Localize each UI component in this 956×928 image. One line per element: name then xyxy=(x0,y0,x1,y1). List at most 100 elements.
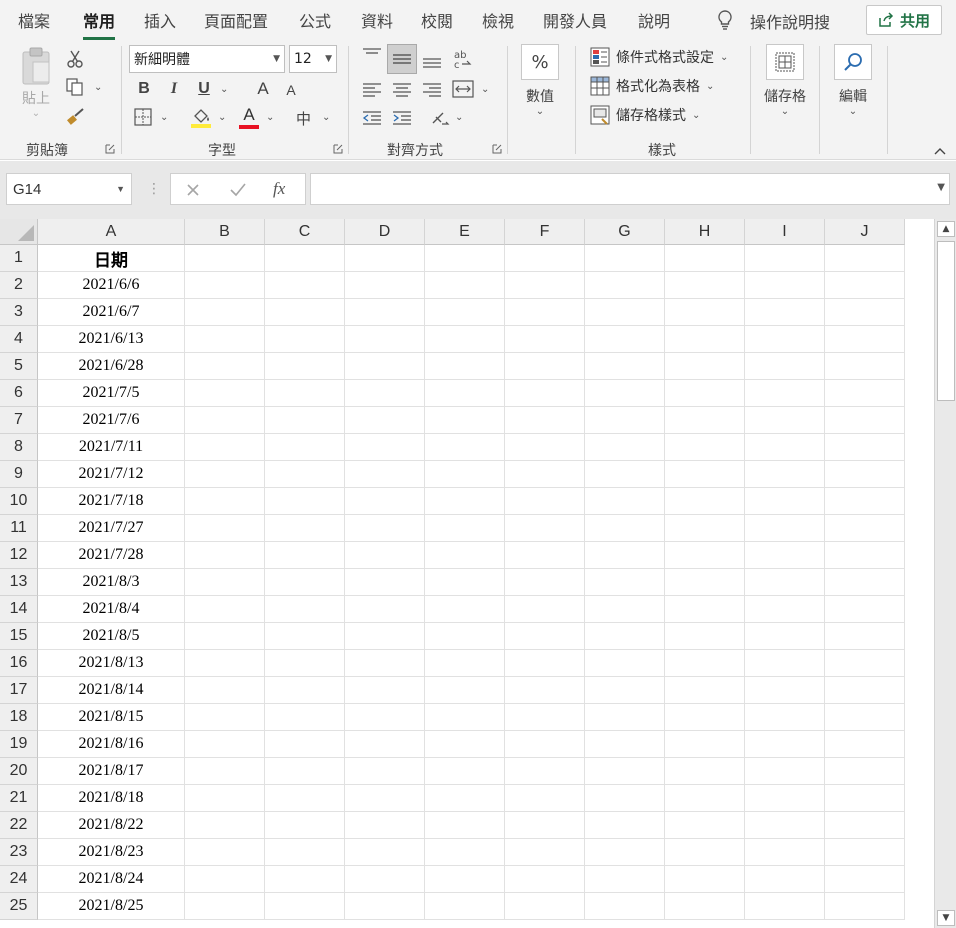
cell-h[interactable] xyxy=(665,245,745,272)
tab-page-layout[interactable]: 頁面配置 xyxy=(204,8,268,32)
cell-e[interactable] xyxy=(425,677,505,704)
cell-f[interactable] xyxy=(505,677,585,704)
collapse-ribbon-icon[interactable] xyxy=(933,146,947,156)
cell-j[interactable] xyxy=(825,785,905,812)
cell-h[interactable] xyxy=(665,488,745,515)
cell-c[interactable] xyxy=(265,461,345,488)
cell-f[interactable] xyxy=(505,569,585,596)
middle-align-button[interactable] xyxy=(387,44,417,74)
cell-g[interactable] xyxy=(585,812,665,839)
text-orientation-icon[interactable] xyxy=(430,108,450,128)
cell-e[interactable] xyxy=(425,380,505,407)
font-name-select[interactable]: 新細明體 ▼ xyxy=(129,45,285,73)
cell-c[interactable] xyxy=(265,785,345,812)
cell-b[interactable] xyxy=(185,677,265,704)
cell-f[interactable] xyxy=(505,434,585,461)
borders-dropdown-icon[interactable]: ⌄ xyxy=(160,112,168,123)
cell-c[interactable] xyxy=(265,731,345,758)
tab-file[interactable]: 檔案 xyxy=(18,8,50,32)
row-header[interactable]: 25 xyxy=(0,893,38,920)
cell-e[interactable] xyxy=(425,704,505,731)
cell-b[interactable] xyxy=(185,272,265,299)
clipboard-launcher-icon[interactable] xyxy=(105,144,115,154)
cell-c[interactable] xyxy=(265,542,345,569)
cell-j[interactable] xyxy=(825,461,905,488)
tab-insert[interactable]: 插入 xyxy=(144,8,176,32)
top-align-icon[interactable] xyxy=(362,48,382,62)
font-size-select[interactable]: 12 ▼ xyxy=(289,45,337,73)
cell-d[interactable] xyxy=(345,380,425,407)
shrink-font-button[interactable]: A xyxy=(282,80,300,100)
cell-b[interactable] xyxy=(185,245,265,272)
cell-g[interactable] xyxy=(585,380,665,407)
cell-d[interactable] xyxy=(345,407,425,434)
font-color-dropdown-icon[interactable]: ⌄ xyxy=(266,112,274,123)
row-header[interactable]: 1 xyxy=(0,245,38,272)
cell-d[interactable] xyxy=(345,623,425,650)
cell-d[interactable] xyxy=(345,461,425,488)
tab-help[interactable]: 說明 xyxy=(638,8,670,32)
cell-b[interactable] xyxy=(185,434,265,461)
cell-h[interactable] xyxy=(665,407,745,434)
fill-color-dropdown-icon[interactable]: ⌄ xyxy=(218,112,226,123)
cell-g[interactable] xyxy=(585,461,665,488)
cell-b[interactable] xyxy=(185,353,265,380)
cell-h[interactable] xyxy=(665,272,745,299)
cell-e[interactable] xyxy=(425,758,505,785)
cell-i[interactable] xyxy=(745,326,825,353)
cell-b[interactable] xyxy=(185,839,265,866)
column-header-g[interactable]: G xyxy=(585,219,665,245)
cell-b[interactable] xyxy=(185,893,265,920)
cell-a[interactable]: 2021/8/18 xyxy=(38,785,185,812)
cell-c[interactable] xyxy=(265,596,345,623)
cell-h[interactable] xyxy=(665,866,745,893)
cell-f[interactable] xyxy=(505,758,585,785)
row-header[interactable]: 5 xyxy=(0,353,38,380)
cell-b[interactable] xyxy=(185,650,265,677)
cell-i[interactable] xyxy=(745,623,825,650)
cell-i[interactable] xyxy=(745,650,825,677)
cell-d[interactable] xyxy=(345,434,425,461)
tab-developer[interactable]: 開發人員 xyxy=(543,8,607,32)
cell-h[interactable] xyxy=(665,353,745,380)
enter-check-icon[interactable] xyxy=(229,182,247,198)
cell-j[interactable] xyxy=(825,380,905,407)
cell-j[interactable] xyxy=(825,326,905,353)
format-as-table-button[interactable]: 格式化為表格 ⌄ xyxy=(590,75,714,97)
cell-i[interactable] xyxy=(745,596,825,623)
cell-i[interactable] xyxy=(745,542,825,569)
cell-c[interactable] xyxy=(265,407,345,434)
cell-i[interactable] xyxy=(745,380,825,407)
cell-h[interactable] xyxy=(665,839,745,866)
cell-c[interactable] xyxy=(265,650,345,677)
cell-b[interactable] xyxy=(185,812,265,839)
cell-b[interactable] xyxy=(185,569,265,596)
cell-e[interactable] xyxy=(425,866,505,893)
cell-c[interactable] xyxy=(265,353,345,380)
cell-f[interactable] xyxy=(505,353,585,380)
cell-e[interactable] xyxy=(425,326,505,353)
cell-e[interactable] xyxy=(425,407,505,434)
tab-data[interactable]: 資料 xyxy=(361,8,393,32)
cell-i[interactable] xyxy=(745,569,825,596)
alignment-launcher-icon[interactable] xyxy=(492,144,502,154)
cell-e[interactable] xyxy=(425,353,505,380)
cell-h[interactable] xyxy=(665,326,745,353)
scroll-up-button[interactable]: ▲ xyxy=(937,221,955,237)
cell-d[interactable] xyxy=(345,812,425,839)
phonetic-dropdown-icon[interactable]: ⌄ xyxy=(322,112,330,123)
cell-a[interactable]: 2021/7/11 xyxy=(38,434,185,461)
cell-a[interactable]: 2021/8/15 xyxy=(38,704,185,731)
scroll-down-button[interactable]: ▼ xyxy=(937,910,955,926)
row-header[interactable]: 13 xyxy=(0,569,38,596)
cell-i[interactable] xyxy=(745,515,825,542)
cell-d[interactable] xyxy=(345,839,425,866)
cell-f[interactable] xyxy=(505,542,585,569)
cell-styles-button[interactable]: 儲存格樣式 ⌄ xyxy=(590,104,700,126)
row-header[interactable]: 12 xyxy=(0,542,38,569)
cell-j[interactable] xyxy=(825,569,905,596)
row-header[interactable]: 18 xyxy=(0,704,38,731)
cell-c[interactable] xyxy=(265,434,345,461)
cell-j[interactable] xyxy=(825,704,905,731)
cell-j[interactable] xyxy=(825,866,905,893)
